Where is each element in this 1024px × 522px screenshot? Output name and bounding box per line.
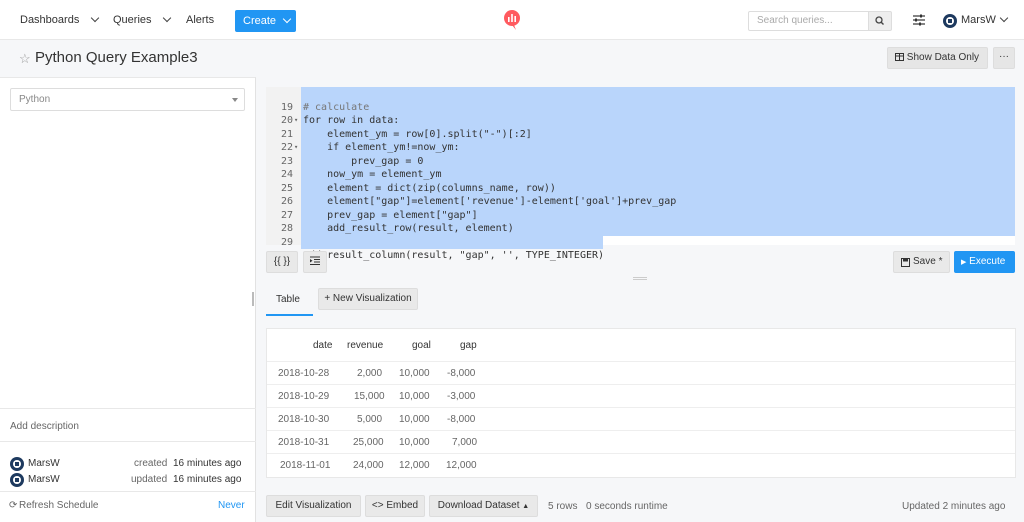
table-row: 2018-10-28 2,000 10,000 -8,000 — [267, 361, 1015, 384]
create-label: Create — [243, 15, 277, 27]
table-row: 2018-10-29 15,000 10,000 -3,000 — [267, 384, 1015, 407]
caret-down-icon — [232, 98, 238, 102]
avatar — [10, 457, 24, 471]
updated-time: Updated 2 minutes ago — [902, 501, 1006, 512]
updated-time: 16 minutes ago — [173, 474, 242, 485]
table-row: 2018-10-31 25,000 10,000 7,000 — [267, 430, 1015, 453]
table-row: 2018-11-01 24,000 12,000 12,000 — [267, 453, 1015, 476]
avatar[interactable] — [943, 14, 957, 28]
row-count: 5 rows — [548, 501, 578, 512]
save-button[interactable]: Save * — [893, 251, 950, 273]
panel-resize-handle[interactable] — [252, 292, 254, 306]
download-dataset-button[interactable]: Download Dataset ▲ — [429, 495, 538, 517]
search-icon — [875, 16, 884, 25]
code-line: 30add_result_column(result, "gap", '', T… — [281, 250, 605, 261]
search-button[interactable] — [868, 11, 892, 31]
created-label: created — [134, 458, 168, 469]
download-dataset-label: Download Dataset — [437, 500, 520, 511]
column-header[interactable]: date — [313, 340, 332, 351]
table-icon — [895, 53, 904, 61]
divider — [0, 491, 256, 492]
updated-label: updated — [131, 474, 168, 485]
code-line: 20 ▾ for row in data: — [280, 115, 400, 126]
results-table: date revenue goal gap 2018-10-28 2,000 1… — [266, 328, 1016, 478]
nav-alerts[interactable]: Alerts — [186, 14, 214, 26]
code-line: 28 add_result_row(result, element) — [280, 223, 514, 234]
nav-dashboards[interactable]: Dashboards — [20, 14, 79, 26]
created-time: 16 minutes ago — [173, 458, 242, 469]
chevron-down-icon[interactable] — [999, 13, 1009, 23]
creator-name: MarsW — [28, 458, 60, 469]
divider — [0, 441, 256, 442]
top-navbar: Dashboards Queries Alerts Create Search … — [0, 0, 1024, 40]
refresh-schedule-value[interactable]: Never — [218, 500, 245, 511]
code-line: 23 prev_gap = 0 — [280, 155, 424, 167]
favorite-star-icon[interactable]: ☆ — [19, 51, 31, 67]
format-query-button[interactable]: {{ }} — [266, 251, 298, 273]
chevron-down-icon[interactable] — [90, 13, 100, 23]
edit-visualization-button[interactable]: Edit Visualization — [266, 495, 361, 517]
save-icon — [901, 258, 910, 267]
nav-queries[interactable]: Queries — [113, 14, 152, 26]
column-header[interactable]: revenue — [347, 340, 383, 351]
code-line: 21 element_ym = row[0].split("-")[:2] — [280, 128, 532, 140]
column-header[interactable]: gap — [460, 340, 477, 351]
execute-button[interactable]: ▶ Execute — [954, 251, 1015, 273]
datasource-select[interactable]: Python — [10, 88, 245, 111]
updater-name: MarsW — [28, 474, 60, 485]
caret-up-icon: ▲ — [522, 503, 530, 510]
runtime: 0 seconds runtime — [586, 501, 668, 512]
show-data-only-label: Show Data Only — [906, 52, 980, 63]
code-icon: <> — [371, 500, 384, 511]
page-title[interactable]: Python Query Example3 — [35, 49, 198, 66]
redash-logo-icon[interactable] — [503, 9, 521, 31]
chevron-down-icon — [282, 14, 292, 24]
embed-label: Embed — [386, 500, 419, 511]
code-line: 27 prev_gap = element["gap"] — [280, 209, 478, 221]
refresh-schedule-label: Refresh Schedule — [19, 500, 99, 511]
user-name[interactable]: MarsW — [961, 14, 996, 26]
execute-label: Execute — [969, 256, 1006, 267]
search-input[interactable]: Search queries... — [748, 11, 869, 31]
autocomplete-toggle-button[interactable] — [303, 251, 327, 273]
create-button[interactable]: Create — [235, 10, 296, 32]
column-header[interactable]: goal — [412, 340, 431, 351]
table-row: 2018-10-30 5,000 10,000 -8,000 — [267, 407, 1015, 430]
play-icon: ▶ — [961, 259, 967, 266]
save-label: Save * — [913, 256, 943, 267]
code-editor[interactable]: 19 # calculate 20 ▾ for row in data: 21 ele… — [266, 87, 1015, 261]
embed-button[interactable]: <> Embed — [365, 495, 425, 517]
refresh-icon: ⟳ — [9, 500, 18, 511]
chevron-down-icon[interactable] — [162, 13, 172, 23]
datasource-value: Python — [19, 94, 51, 105]
more-options-button[interactable]: ··· — [993, 47, 1015, 69]
code-line: 24 now_ym = element_ym — [280, 169, 442, 180]
indent-icon — [310, 256, 320, 265]
add-description-link[interactable]: Add description — [10, 421, 79, 432]
code-line: 22 ▾ if element_ym!=now_ym: — [280, 142, 460, 153]
editor-resize-handle[interactable] — [633, 277, 647, 280]
code-line: 25 element = dict(zip(columns_name, row)… — [280, 182, 556, 194]
code-line: 29 — [280, 236, 293, 248]
code-line: 19 # calculate — [280, 101, 370, 113]
settings-sliders-icon[interactable] — [912, 14, 926, 26]
new-visualization-button[interactable]: + New Visualization — [318, 288, 418, 310]
left-sidebar: Python Add description MarsW created 16 … — [0, 77, 256, 522]
code-line: 26 element["gap"]=element['revenue']-ele… — [280, 196, 677, 207]
tab-table[interactable]: Table — [276, 294, 300, 305]
active-tab-indicator — [266, 314, 313, 316]
show-data-only-button[interactable]: Show Data Only — [887, 47, 988, 69]
avatar — [10, 473, 24, 487]
divider — [0, 408, 256, 409]
